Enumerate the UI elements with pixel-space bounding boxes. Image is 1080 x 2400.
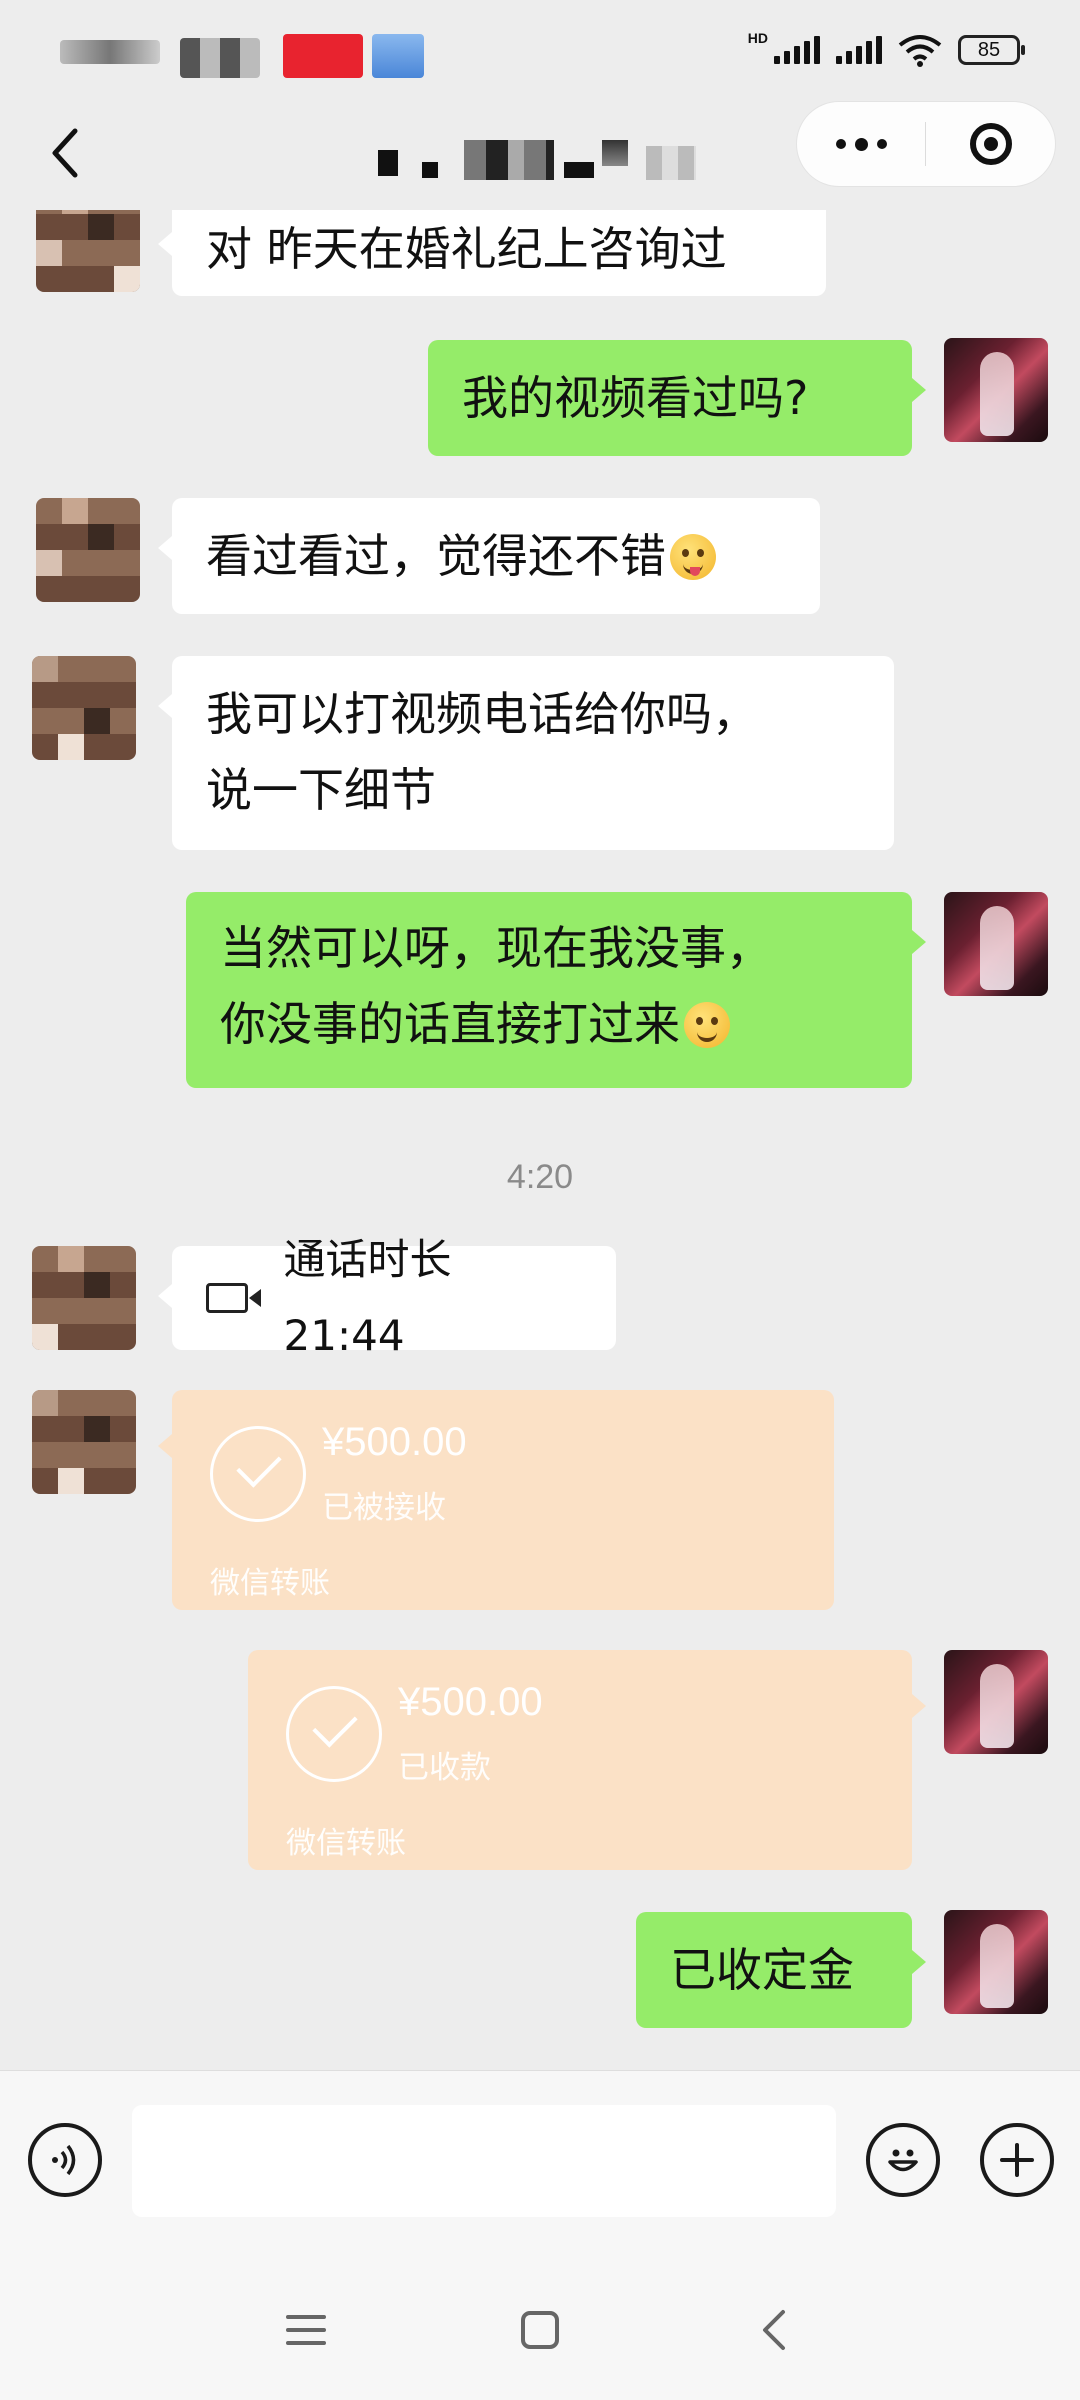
- battery-icon: 85: [958, 35, 1025, 65]
- message-text-line: 当然可以呀，现在我没事，: [220, 921, 772, 975]
- status-bar: HD 85: [0, 0, 1080, 100]
- contact-avatar[interactable]: [32, 1246, 136, 1350]
- check-circle-icon: [286, 1686, 382, 1782]
- contact-avatar[interactable]: [32, 656, 136, 760]
- more-button[interactable]: [797, 102, 925, 186]
- my-avatar[interactable]: [944, 338, 1048, 442]
- hd-tag: HD: [747, 30, 768, 46]
- message-bubble[interactable]: 当然可以呀，现在我没事， 你没事的话直接打过来: [186, 892, 926, 1088]
- message-bubble[interactable]: 对 昨天在婚礼纪上咨询过: [158, 210, 826, 296]
- message-input[interactable]: [132, 2105, 836, 2217]
- message-text: 看过看过，觉得还不错: [206, 529, 666, 583]
- input-bar: [0, 2070, 1080, 2248]
- chat-title-blurred: [378, 140, 708, 180]
- video-call-record[interactable]: 通话时长 21:44: [158, 1235, 616, 1360]
- status-blur-3: [283, 34, 363, 78]
- close-mini-program-button[interactable]: [926, 102, 1055, 186]
- video-call-icon: [206, 1283, 260, 1313]
- target-icon: [969, 123, 1012, 165]
- back-chevron-icon: [763, 2310, 785, 2350]
- emoji-button[interactable]: [866, 2123, 940, 2197]
- system-icons: HD 85: [747, 30, 1025, 70]
- message-text: 我的视频看过吗?: [462, 371, 809, 425]
- call-duration-label: 通话时长 21:44: [283, 1235, 452, 1360]
- transfer-card[interactable]: ¥500.00 已收款 微信转账: [248, 1650, 926, 1870]
- chat-messages[interactable]: 对 昨天在婚礼纪上咨询过 我的视频看过吗? 看过看过，觉得还不错 我可以打视频电…: [0, 210, 1080, 2070]
- back-chevron-icon: [52, 128, 78, 178]
- message-bubble[interactable]: 看过看过，觉得还不错: [158, 498, 820, 614]
- transfer-amount: ¥500.00: [398, 1680, 543, 1724]
- my-avatar[interactable]: [944, 1910, 1048, 2014]
- message-timestamp: 4:20: [506, 1158, 574, 1196]
- transfer-brand: 微信转账: [286, 1827, 406, 1860]
- status-blur-1: [60, 40, 160, 64]
- message-text-line: 我可以打视频电话给你吗，: [206, 687, 758, 741]
- plus-button[interactable]: [980, 2123, 1054, 2197]
- my-avatar[interactable]: [944, 1650, 1048, 1754]
- my-avatar[interactable]: [944, 892, 1048, 996]
- message-bubble[interactable]: 已收定金: [636, 1912, 926, 2028]
- menu-icon: [286, 2315, 326, 2345]
- plus-icon: [1000, 2143, 1034, 2177]
- transfer-status: 已收款: [398, 1750, 491, 1785]
- system-nav-bar: [0, 2248, 1080, 2400]
- back-nav-button[interactable]: [734, 2290, 814, 2370]
- voice-icon: [52, 2144, 76, 2176]
- contact-avatar[interactable]: [36, 498, 140, 602]
- voice-button[interactable]: [28, 2123, 102, 2197]
- message-text: 对 昨天在婚礼纪上咨询过: [206, 222, 727, 276]
- message-bubble[interactable]: 我的视频看过吗?: [428, 340, 926, 456]
- home-square-icon: [521, 2311, 559, 2349]
- wifi-icon: [898, 35, 942, 67]
- thinking-emoji-icon: [684, 1002, 730, 1048]
- check-circle-icon: [210, 1426, 306, 1522]
- status-blur-4: [372, 34, 424, 78]
- wink-tongue-emoji-icon: [670, 534, 716, 580]
- signal-icon: [774, 36, 820, 64]
- contact-avatar[interactable]: [32, 1390, 136, 1494]
- transfer-brand: 微信转账: [210, 1567, 330, 1600]
- message-text-line: 说一下细节: [206, 763, 436, 817]
- transfer-status: 已被接收: [322, 1490, 446, 1525]
- home-nav-button[interactable]: [500, 2290, 580, 2370]
- emoji-icon: [888, 2149, 918, 2172]
- chat-header: [0, 100, 1080, 210]
- signal-icon-2: [836, 36, 882, 64]
- status-blur-2: [180, 38, 260, 78]
- contact-avatar[interactable]: [36, 210, 140, 292]
- menu-nav-button[interactable]: [266, 2290, 346, 2370]
- battery-level: 85: [977, 38, 1001, 61]
- message-text: 已收定金: [670, 1943, 854, 1997]
- mini-program-capsule: [796, 101, 1056, 187]
- transfer-amount: ¥500.00: [322, 1420, 467, 1464]
- message-text-line: 你没事的话直接打过来: [220, 997, 680, 1051]
- transfer-card[interactable]: ¥500.00 已被接收 微信转账: [158, 1390, 834, 1610]
- message-bubble[interactable]: 我可以打视频电话给你吗， 说一下细节: [158, 656, 894, 850]
- back-button[interactable]: [40, 118, 90, 188]
